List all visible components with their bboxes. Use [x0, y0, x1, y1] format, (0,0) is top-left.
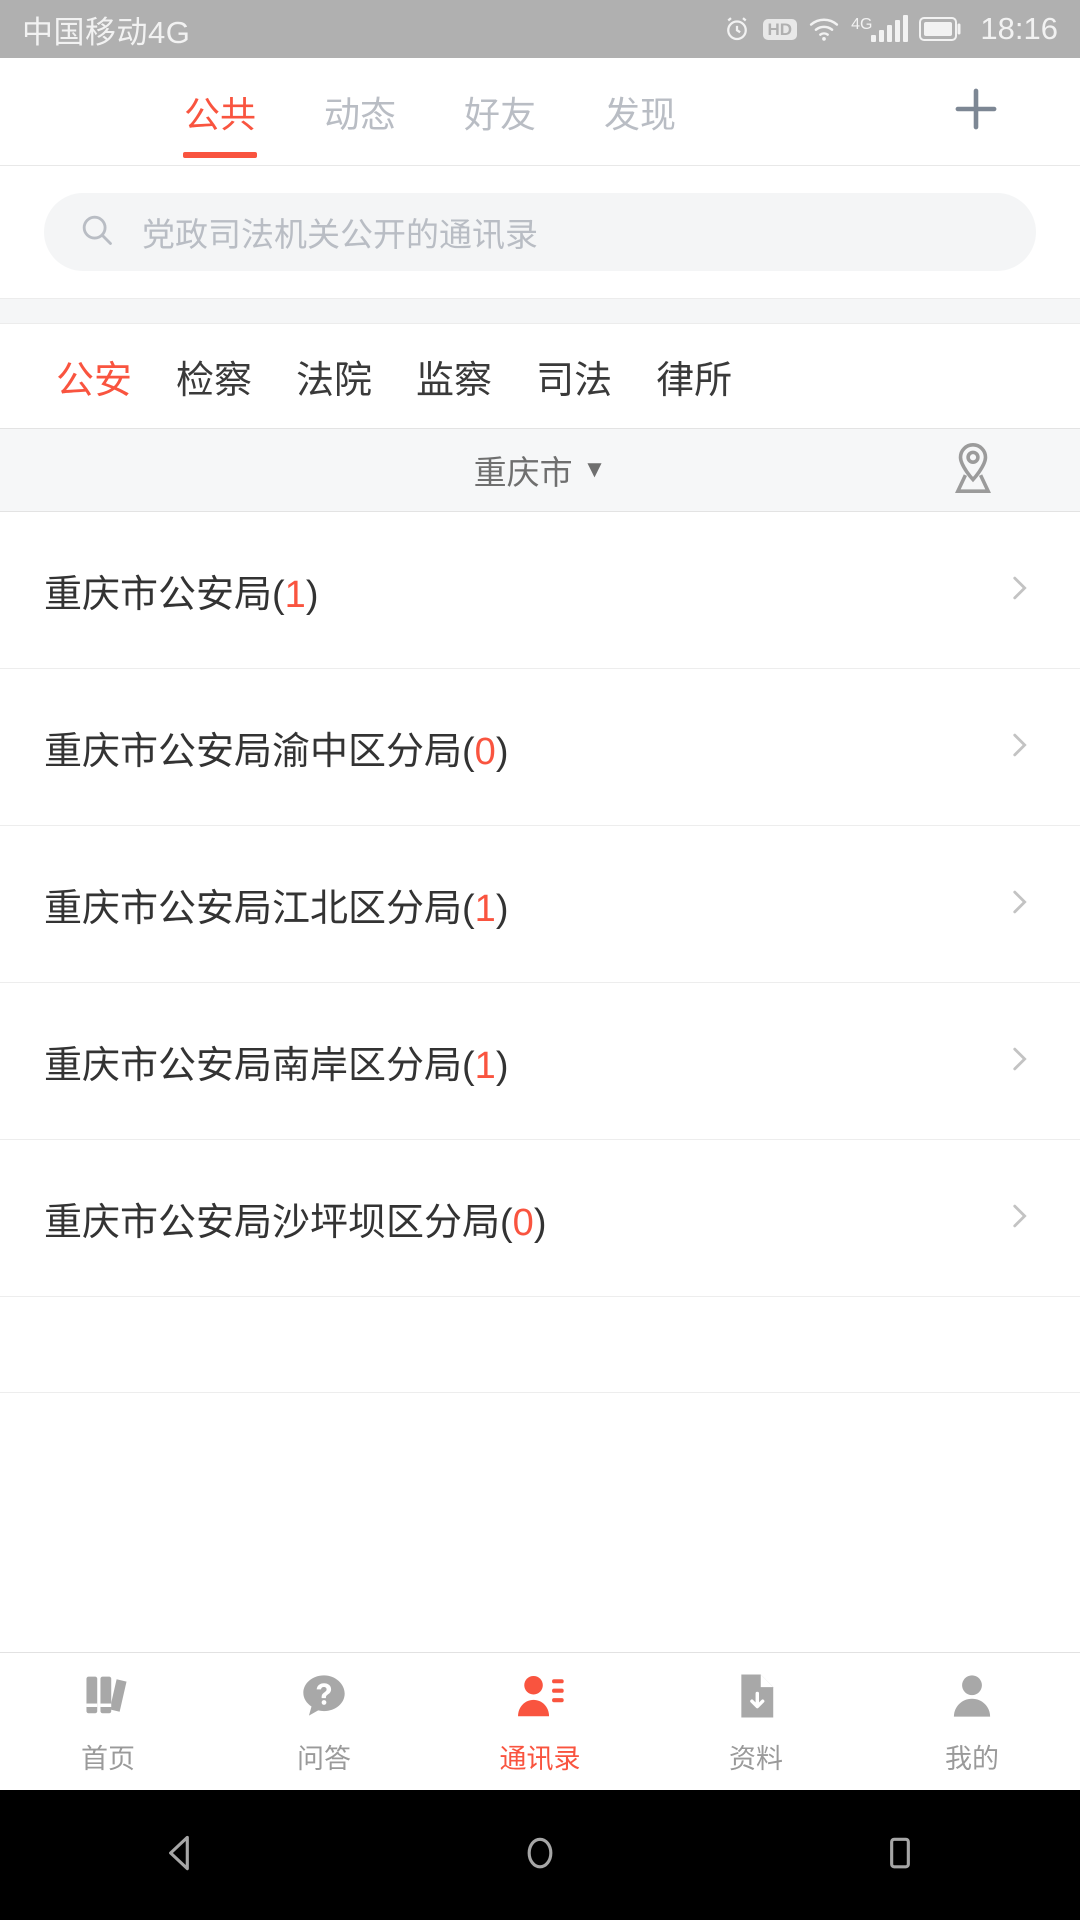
- org-name: 重庆市公安局: [44, 573, 273, 616]
- category-tab-procuratorate[interactable]: 检察: [154, 349, 274, 404]
- nav-item-home[interactable]: 首页: [0, 1668, 216, 1776]
- tab-discover[interactable]: 发现: [570, 58, 710, 166]
- org-count: 0: [474, 730, 496, 773]
- org-count: 1: [474, 1044, 496, 1087]
- android-recents-button[interactable]: [830, 1828, 970, 1883]
- wifi-icon: [808, 16, 840, 42]
- nav-item-qa-label: 问答: [297, 1743, 351, 1774]
- category-tab-bar: 公安 检察 法院 监察 司法 律所: [0, 324, 1080, 428]
- chevron-right-icon: [1002, 728, 1036, 767]
- books-icon: [80, 1668, 136, 1729]
- nav-item-materials-label: 资料: [729, 1743, 783, 1774]
- org-name: 重庆市公安局沙坪坝区分局: [44, 1201, 501, 1244]
- section-divider: [0, 298, 1080, 324]
- status-bar: 中国移动4G HD 4G 18:16: [0, 0, 1080, 58]
- chevron-right-icon: [1002, 1042, 1036, 1081]
- chevron-right-icon: [1002, 1199, 1036, 1238]
- org-name: 重庆市公安局南岸区分局: [44, 1044, 463, 1087]
- table-row[interactable]: 重庆市公安局(1): [0, 512, 1080, 669]
- contacts-icon: [512, 1668, 568, 1729]
- list-item-label: 重庆市公安局江北区分局(1): [44, 887, 509, 930]
- search-icon: [78, 211, 116, 254]
- city-name-label: 重庆市: [473, 454, 573, 491]
- tab-feed[interactable]: 动态: [290, 58, 430, 166]
- nav-item-home-label: 首页: [81, 1743, 135, 1774]
- android-home-button[interactable]: [470, 1828, 610, 1883]
- hd-icon: HD: [762, 18, 798, 40]
- category-tab-lawfirm[interactable]: 律所: [634, 349, 754, 404]
- plus-icon: [947, 80, 1005, 143]
- back-triangle-icon: [155, 1828, 205, 1883]
- org-count: 1: [474, 887, 496, 930]
- top-tab-bar: 公共 动态 好友 发现: [0, 58, 1080, 166]
- table-row[interactable]: 重庆市公安局南岸区分局(1): [0, 983, 1080, 1140]
- location-button[interactable]: [944, 439, 1002, 502]
- search-input[interactable]: 党政司法机关公开的通讯录: [44, 193, 1036, 271]
- tab-friends-label: 好友: [464, 93, 537, 135]
- tab-discover-label: 发现: [604, 93, 677, 135]
- search-section: 党政司法机关公开的通讯录: [0, 166, 1080, 298]
- signal-icon: 4G: [851, 15, 909, 42]
- home-circle-icon: [515, 1828, 565, 1883]
- nav-item-contacts-label: 通讯录: [499, 1743, 581, 1774]
- organization-list: 重庆市公安局(1) 重庆市公安局渝中区分局(0) 重庆市公安局江北区分局(1) …: [0, 512, 1080, 1393]
- tab-public[interactable]: 公共: [150, 58, 290, 166]
- nav-item-qa[interactable]: 问答: [216, 1668, 432, 1776]
- status-icons: HD 4G 18:16: [722, 11, 1058, 47]
- carrier-label: 中国移动4G: [22, 14, 191, 50]
- android-nav-bar: [0, 1790, 1080, 1920]
- list-item-label: 重庆市公安局沙坪坝区分局(0): [44, 1201, 547, 1244]
- org-name: 重庆市公安局江北区分局: [44, 887, 463, 930]
- city-selector-bar: 重庆市 ▼: [0, 428, 1080, 512]
- list-item-label: 重庆市公安局(1): [44, 573, 319, 616]
- category-tab-court[interactable]: 法院: [274, 349, 394, 404]
- tab-friends[interactable]: 好友: [430, 58, 570, 166]
- clock-label: 18:16: [980, 11, 1058, 46]
- location-pin-icon: [944, 439, 1002, 502]
- alarm-icon: [722, 14, 752, 44]
- list-item-label: 重庆市公安局渝中区分局(0): [44, 730, 509, 773]
- recents-square-icon: [875, 1828, 925, 1883]
- chevron-right-icon: [1002, 885, 1036, 924]
- category-tab-police[interactable]: 公安: [34, 349, 154, 404]
- table-row[interactable]: 重庆市公安局江北区分局(1): [0, 826, 1080, 983]
- table-row-partial[interactable]: [0, 1297, 1080, 1393]
- list-item-label: 重庆市公安局南岸区分局(1): [44, 1044, 509, 1087]
- category-tab-supervision[interactable]: 监察: [394, 349, 514, 404]
- category-tab-justice[interactable]: 司法: [514, 349, 634, 404]
- search-placeholder: 党政司法机关公开的通讯录: [142, 216, 538, 253]
- chevron-down-icon: ▼: [582, 456, 607, 483]
- table-row[interactable]: 重庆市公安局渝中区分局(0): [0, 669, 1080, 826]
- battery-icon: [919, 16, 963, 42]
- tab-public-label: 公共: [184, 93, 257, 135]
- document-download-icon: [728, 1668, 784, 1729]
- network-type-label: 4G: [851, 16, 873, 33]
- org-name: 重庆市公安局渝中区分局: [44, 730, 463, 773]
- org-count: 1: [284, 573, 306, 616]
- android-back-button[interactable]: [110, 1828, 250, 1883]
- tab-feed-label: 动态: [324, 93, 397, 135]
- nav-item-profile-label: 我的: [945, 1743, 999, 1774]
- city-selector[interactable]: 重庆市 ▼: [0, 446, 1080, 494]
- bottom-nav-bar: 首页 问答 通讯录 资料 我的: [0, 1652, 1080, 1790]
- table-row[interactable]: 重庆市公安局沙坪坝区分局(0): [0, 1140, 1080, 1297]
- app-screen: 中国移动4G HD 4G 18:16 公共 动态 好友 发现 党政司法机关公开的…: [0, 0, 1080, 1920]
- question-bubble-icon: [296, 1668, 352, 1729]
- person-icon: [944, 1668, 1000, 1729]
- nav-item-materials[interactable]: 资料: [648, 1668, 864, 1776]
- add-button[interactable]: [916, 80, 1036, 143]
- nav-item-contacts[interactable]: 通讯录: [432, 1668, 648, 1776]
- chevron-right-icon: [1002, 571, 1036, 610]
- nav-item-profile[interactable]: 我的: [864, 1668, 1080, 1776]
- org-count: 0: [512, 1201, 534, 1244]
